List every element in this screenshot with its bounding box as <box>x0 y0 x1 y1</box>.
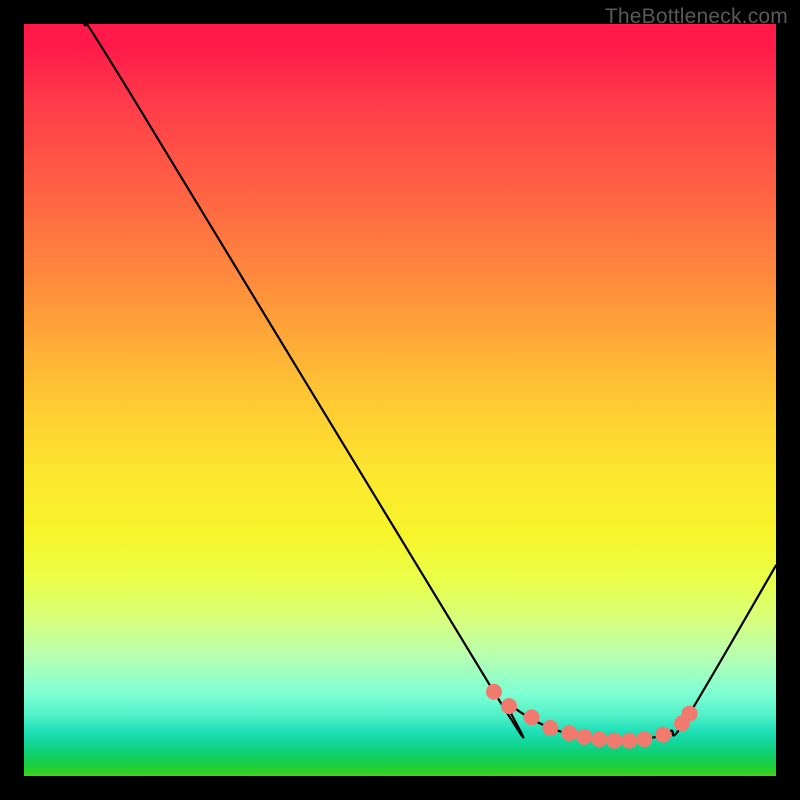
marker-dot <box>486 684 502 700</box>
marker-dot <box>591 731 607 747</box>
marker-dot <box>621 733 637 749</box>
marker-dot <box>682 706 698 722</box>
marker-dot <box>576 729 592 745</box>
curve-line <box>82 24 776 741</box>
watermark-text: TheBottleneck.com <box>605 5 788 29</box>
chart-svg <box>24 24 776 776</box>
marker-dot <box>636 731 652 747</box>
marker-dot <box>501 698 517 714</box>
marker-dot <box>606 733 622 749</box>
marker-dot <box>524 709 540 725</box>
marker-dot <box>542 720 558 736</box>
marker-dot <box>655 727 671 743</box>
marker-dot <box>561 725 577 741</box>
marker-points <box>486 684 698 749</box>
chart-frame <box>24 24 776 776</box>
